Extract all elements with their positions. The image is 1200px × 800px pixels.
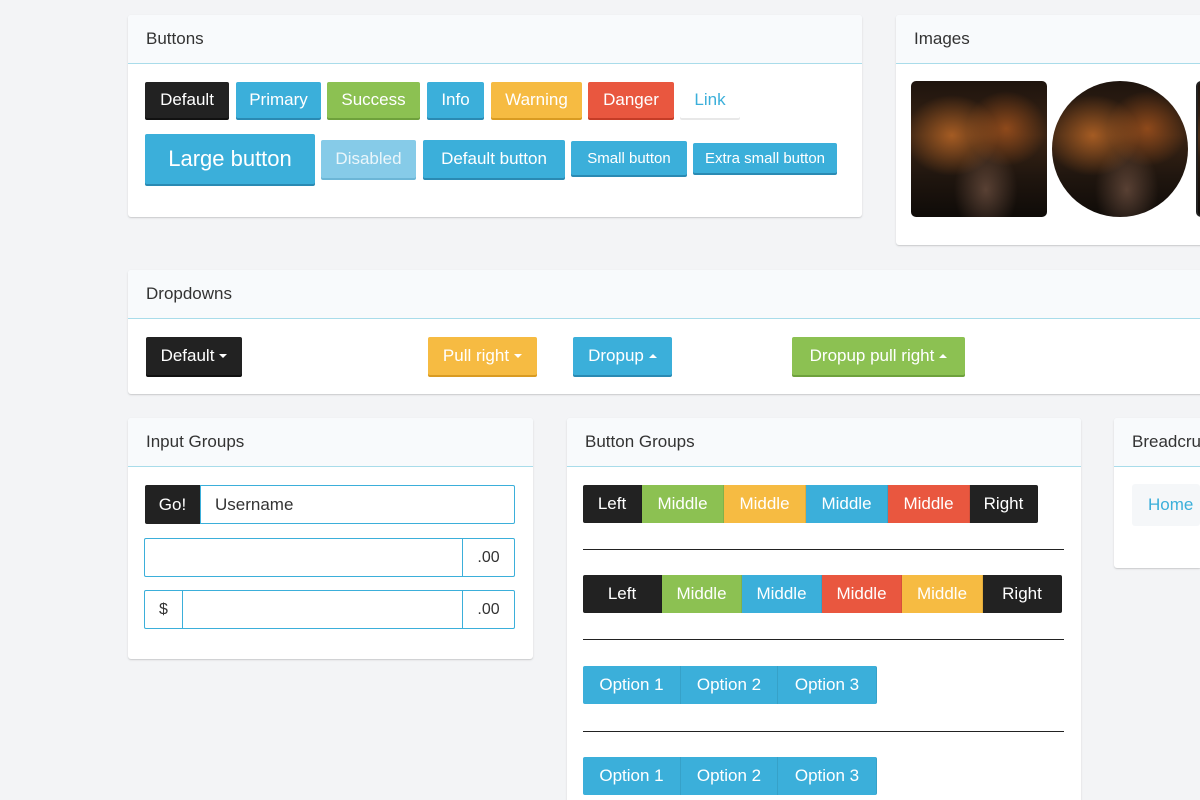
price-input[interactable] <box>182 590 463 629</box>
group-middle-button[interactable]: Middle <box>806 485 888 523</box>
option-group-2: Option 1 Option 2 Option 3 <box>583 757 877 797</box>
dropdown-label: Default <box>160 346 215 365</box>
dropdown-pull-right-button[interactable]: Pull right <box>428 337 537 375</box>
divider <box>583 731 1064 732</box>
warning-button[interactable]: Warning <box>491 82 582 118</box>
divider <box>583 639 1064 640</box>
cents-addon: .00 <box>462 538 515 577</box>
option-button[interactable]: Option 1 <box>583 757 681 795</box>
dropdown-label: Dropup pull right <box>809 346 935 365</box>
group-middle-button[interactable]: Middle <box>662 575 742 613</box>
amount-input[interactable] <box>144 538 463 577</box>
group-right-button[interactable]: Right <box>983 575 1062 613</box>
option-group-1: Option 1 Option 2 Option 3 <box>583 666 877 706</box>
rounded-image <box>911 81 1047 217</box>
dropdowns-panel: Dropdowns Default Pull right Dropup Drop… <box>128 270 1200 394</box>
panel-title: Images <box>896 15 1200 64</box>
button-group-row-2: Left Middle Middle Middle Middle Right <box>583 575 1062 615</box>
option-button[interactable]: Option 2 <box>681 757 778 795</box>
caret-up-icon <box>648 354 657 358</box>
default-button[interactable]: Default <box>145 82 229 118</box>
group-middle-button[interactable]: Middle <box>822 575 902 613</box>
primary-button[interactable]: Primary <box>236 82 321 118</box>
default-size-button[interactable]: Default button <box>423 140 565 178</box>
group-middle-button[interactable]: Middle <box>642 485 724 523</box>
buttons-panel: Buttons Default Primary Success Info War… <box>128 15 862 217</box>
dollar-addon: $ <box>144 590 183 629</box>
group-right-button[interactable]: Right <box>970 485 1038 523</box>
option-button[interactable]: Option 3 <box>778 757 877 795</box>
success-button[interactable]: Success <box>327 82 420 118</box>
panel-title: Buttons <box>128 15 862 64</box>
button-groups-panel: Button Groups Left Middle Middle Middle … <box>567 418 1081 800</box>
large-button[interactable]: Large button <box>145 134 315 184</box>
option-button[interactable]: Option 2 <box>681 666 778 704</box>
group-left-button[interactable]: Left <box>583 485 642 523</box>
circle-image <box>1052 81 1188 217</box>
cents-addon: .00 <box>462 590 515 629</box>
panel-title: Input Groups <box>128 418 533 467</box>
breadcrumb: Home <box>1132 484 1200 526</box>
extra-small-button[interactable]: Extra small button <box>693 143 837 173</box>
divider <box>583 549 1064 550</box>
breadcrumb-home-link[interactable]: Home <box>1148 495 1193 515</box>
caret-down-icon <box>219 354 228 358</box>
thumbnail-image <box>1196 81 1200 217</box>
dropdown-default-button[interactable]: Default <box>146 337 242 375</box>
breadcrumbs-panel: Breadcrumbs Home <box>1114 418 1200 568</box>
input-groups-panel: Input Groups Go! Username .00 $ .00 <box>128 418 533 659</box>
button-group-row-1: Left Middle Middle Middle Middle Right <box>583 485 1038 525</box>
panel-title: Dropdowns <box>128 270 1200 319</box>
dropup-button[interactable]: Dropup <box>573 337 672 375</box>
link-button[interactable]: Link <box>680 82 740 118</box>
option-button[interactable]: Option 1 <box>583 666 681 704</box>
option-button[interactable]: Option 3 <box>778 666 877 704</box>
group-middle-button[interactable]: Middle <box>742 575 822 613</box>
go-button[interactable]: Go! <box>145 485 200 524</box>
info-button[interactable]: Info <box>427 82 484 118</box>
dropdown-label: Pull right <box>442 346 510 365</box>
danger-button[interactable]: Danger <box>588 82 674 118</box>
dropdown-label: Dropup <box>588 346 644 365</box>
group-middle-button[interactable]: Middle <box>724 485 806 523</box>
images-panel: Images <box>896 15 1200 245</box>
group-left-button[interactable]: Left <box>583 575 662 613</box>
group-middle-button[interactable]: Middle <box>902 575 983 613</box>
dropup-pull-right-button[interactable]: Dropup pull right <box>792 337 965 375</box>
group-middle-button[interactable]: Middle <box>888 485 970 523</box>
username-input[interactable]: Username <box>200 485 515 524</box>
caret-up-icon <box>939 354 948 358</box>
panel-title: Button Groups <box>567 418 1081 467</box>
caret-down-icon <box>514 354 523 358</box>
panel-title: Breadcrumbs <box>1114 418 1200 467</box>
small-button[interactable]: Small button <box>571 141 687 175</box>
disabled-button: Disabled <box>321 140 416 178</box>
